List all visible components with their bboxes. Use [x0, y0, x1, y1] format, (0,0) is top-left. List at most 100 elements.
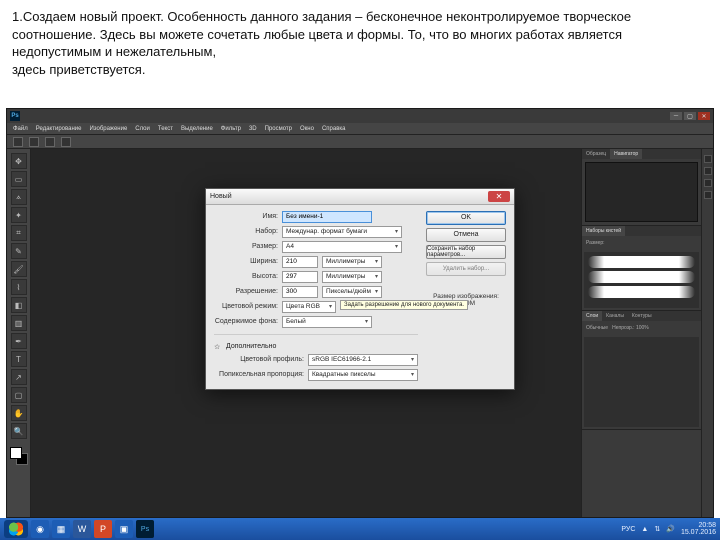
- resolution-input[interactable]: [282, 286, 318, 298]
- collapsed-panel-icon[interactable]: [704, 155, 712, 163]
- brush-tool[interactable]: 🖌: [11, 261, 27, 277]
- tab-layers[interactable]: Слои: [582, 311, 602, 321]
- menu-select[interactable]: Выделение: [181, 126, 213, 132]
- gradient-tool[interactable]: ▥: [11, 315, 27, 331]
- dialog-close-button[interactable]: ✕: [488, 191, 510, 202]
- bg-content-label: Содержимое фона:: [214, 318, 278, 325]
- height-input[interactable]: [282, 271, 318, 283]
- option-swatch[interactable]: [61, 137, 71, 147]
- navigator-view[interactable]: [585, 162, 698, 222]
- dialog-titlebar[interactable]: Новый ✕: [206, 189, 514, 205]
- tools-panel: ✥ ▭ ⟑ ✦ ⌗ ✎ 🖌 ⌇ ◧ ▥ ✒ T ↗ ▢ ✋ 🔍: [7, 149, 31, 517]
- taskbar-word-icon[interactable]: W: [73, 520, 91, 538]
- zoom-tool[interactable]: 🔍: [11, 423, 27, 439]
- bg-content-select[interactable]: Белый: [282, 316, 372, 328]
- shape-tool[interactable]: ▢: [11, 387, 27, 403]
- photoshop-logo: Ps: [10, 111, 20, 121]
- taskbar-powerpoint-icon[interactable]: P: [94, 520, 112, 538]
- move-tool[interactable]: ✥: [11, 153, 27, 169]
- taskbar-explorer-icon[interactable]: ▦: [52, 520, 70, 538]
- color-mode-select[interactable]: Цвета RGB: [282, 301, 336, 313]
- marquee-tool[interactable]: ▭: [11, 171, 27, 187]
- pixel-aspect-select[interactable]: Квадратные пикселы: [308, 369, 418, 381]
- collapsed-panel-icon[interactable]: [704, 179, 712, 187]
- start-button[interactable]: [4, 520, 28, 538]
- lasso-tool[interactable]: ⟑: [11, 189, 27, 205]
- name-input[interactable]: [282, 211, 372, 223]
- menu-3d[interactable]: 3D: [249, 126, 257, 132]
- new-document-dialog: Новый ✕ Имя: Набор: Междунар. формат бум…: [205, 188, 515, 390]
- brush-presets-list[interactable]: [584, 252, 699, 308]
- menu-help[interactable]: Справка: [322, 126, 346, 132]
- tool-preset-icon[interactable]: [13, 137, 23, 147]
- advanced-toggle[interactable]: Дополнительно: [226, 343, 276, 350]
- menu-filter[interactable]: Фильтр: [221, 126, 241, 132]
- tab-navigator[interactable]: Навигатор: [610, 149, 642, 159]
- color-profile-select[interactable]: sRGB IEC61966-2.1: [308, 354, 418, 366]
- path-tool[interactable]: ↗: [11, 369, 27, 385]
- menu-edit[interactable]: Редактирование: [36, 126, 82, 132]
- preset-select[interactable]: Междунар. формат бумаги: [282, 226, 402, 238]
- options-bar[interactable]: [7, 135, 713, 149]
- taskbar-chrome-icon[interactable]: ◉: [31, 520, 49, 538]
- width-input[interactable]: [282, 256, 318, 268]
- tray-sound-icon[interactable]: 🔊: [666, 525, 675, 533]
- tray-network-icon[interactable]: ⇅: [654, 525, 660, 533]
- width-label: Ширина:: [214, 258, 278, 265]
- tab-brush-presets[interactable]: Наборы кистей: [582, 226, 625, 236]
- pixel-aspect-label: Попиксельная пропорция:: [214, 371, 304, 378]
- maximize-button[interactable]: ▢: [684, 112, 696, 120]
- wand-tool[interactable]: ✦: [11, 207, 27, 223]
- menu-bar[interactable]: Файл Редактирование Изображение Слои Тек…: [7, 123, 713, 135]
- window-titlebar[interactable]: Ps ─ ▢ ✕: [7, 109, 713, 123]
- size-select[interactable]: A4: [282, 241, 402, 253]
- tab-swatches[interactable]: Образец: [582, 149, 610, 159]
- brush-preset[interactable]: [588, 256, 695, 268]
- crop-tool[interactable]: ⌗: [11, 225, 27, 241]
- delete-preset-button: Удалить набор...: [426, 262, 506, 276]
- type-tool[interactable]: T: [11, 351, 27, 367]
- cancel-button[interactable]: Отмена: [426, 228, 506, 242]
- opacity-label[interactable]: Непрозр.: 100%: [612, 325, 649, 331]
- eyedropper-tool[interactable]: ✎: [11, 243, 27, 259]
- minimize-button[interactable]: ─: [670, 112, 682, 120]
- windows-taskbar[interactable]: ◉ ▦ W P ▣ Ps РУС ▲ ⇅ 🔊 20:58 15.07.2016: [0, 518, 720, 540]
- tray-clock[interactable]: 20:58 15.07.2016: [681, 522, 716, 536]
- ok-button[interactable]: OK: [426, 211, 506, 225]
- menu-window[interactable]: Окно: [300, 126, 314, 132]
- save-preset-button[interactable]: Сохранить набор параметров...: [426, 245, 506, 259]
- hand-tool[interactable]: ✋: [11, 405, 27, 421]
- fg-swatch[interactable]: [10, 447, 22, 459]
- layers-list[interactable]: [584, 337, 699, 427]
- stamp-tool[interactable]: ⌇: [11, 279, 27, 295]
- pen-tool[interactable]: ✒: [11, 333, 27, 349]
- menu-type[interactable]: Текст: [158, 126, 173, 132]
- brush-preset[interactable]: [588, 271, 695, 283]
- tab-channels[interactable]: Каналы: [602, 311, 628, 321]
- blend-mode[interactable]: Обычные: [586, 325, 608, 331]
- menu-view[interactable]: Просмотр: [265, 126, 292, 132]
- brush-preset[interactable]: [588, 286, 695, 298]
- taskbar-app-icon[interactable]: ▣: [115, 520, 133, 538]
- resolution-unit-select[interactable]: Пикселы/дюйм: [322, 286, 382, 298]
- menu-image[interactable]: Изображение: [89, 126, 127, 132]
- collapsed-panel-icon[interactable]: [704, 191, 712, 199]
- taskbar-photoshop-icon[interactable]: Ps: [136, 520, 154, 538]
- tray-lang[interactable]: РУС: [621, 526, 635, 533]
- size-label: Размер:: [214, 243, 278, 250]
- tab-paths[interactable]: Контуры: [628, 311, 656, 321]
- name-label: Имя:: [214, 213, 278, 220]
- color-swatches[interactable]: [10, 447, 28, 465]
- option-swatch[interactable]: [29, 137, 39, 147]
- menu-file[interactable]: Файл: [13, 126, 28, 132]
- eraser-tool[interactable]: ◧: [11, 297, 27, 313]
- tray-flag-icon[interactable]: ▲: [641, 526, 648, 533]
- collapsed-panel-icon[interactable]: [704, 167, 712, 175]
- height-unit-select[interactable]: Миллиметры: [322, 271, 382, 283]
- menu-layers[interactable]: Слои: [135, 126, 150, 132]
- option-swatch[interactable]: [45, 137, 55, 147]
- dialog-title: Новый: [210, 193, 232, 200]
- close-button[interactable]: ✕: [698, 112, 710, 120]
- width-unit-select[interactable]: Миллиметры: [322, 256, 382, 268]
- brush-size-label: Размер:: [586, 240, 605, 246]
